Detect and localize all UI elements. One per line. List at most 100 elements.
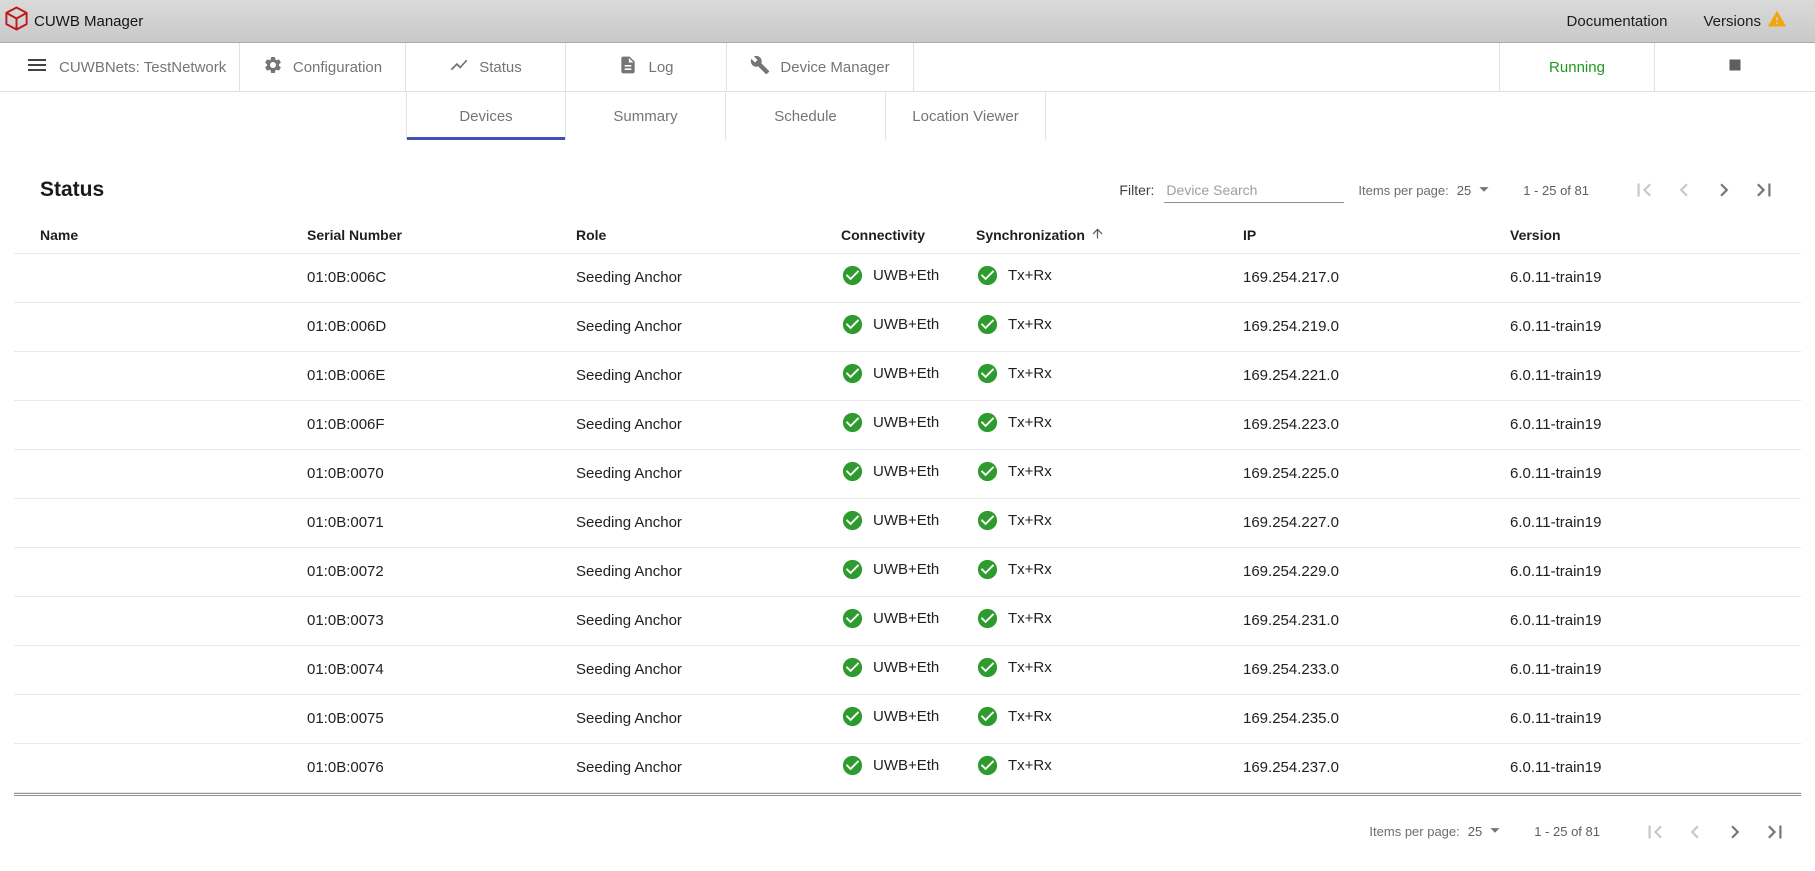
check-circle-icon xyxy=(841,509,864,532)
next-page-button[interactable] xyxy=(1711,177,1737,203)
cell-ip: 169.254.233.0 xyxy=(1243,645,1510,694)
check-circle-icon xyxy=(841,754,864,777)
toolbar-item-label: Configuration xyxy=(293,59,382,76)
cell-serial-number: 01:0B:0073 xyxy=(307,596,576,645)
titlebar: CUWB Manager Documentation Versions xyxy=(0,0,1815,43)
cell-role: Seeding Anchor xyxy=(576,449,841,498)
cell-connectivity: UWB+Eth xyxy=(841,253,976,302)
versions-link[interactable]: Versions xyxy=(1703,9,1787,34)
first-page-button[interactable] xyxy=(1631,177,1657,203)
first-page-button[interactable] xyxy=(1642,819,1668,845)
toolbar-item-label: Status xyxy=(479,59,522,76)
stop-network-button[interactable] xyxy=(1655,43,1815,91)
cell-ip: 169.254.217.0 xyxy=(1243,253,1510,302)
cell-ip: 169.254.235.0 xyxy=(1243,694,1510,743)
main-toolbar: CUWBNets: TestNetwork Configuration Stat… xyxy=(0,43,1815,92)
cell-serial-number: 01:0B:006C xyxy=(307,253,576,302)
cell-version: 6.0.11-train19 xyxy=(1510,449,1801,498)
cell-ip: 169.254.229.0 xyxy=(1243,547,1510,596)
cell-serial-number: 01:0B:0074 xyxy=(307,645,576,694)
titlebar-links: Documentation Versions xyxy=(1567,9,1787,34)
cell-connectivity: UWB+Eth xyxy=(841,596,976,645)
check-circle-icon xyxy=(841,460,864,483)
column-header-ip[interactable]: IP xyxy=(1243,218,1510,253)
last-page-button[interactable] xyxy=(1751,177,1777,203)
paginator-nav xyxy=(1642,819,1788,845)
table-row[interactable]: 01:0B:006C Seeding Anchor UWB+Eth Tx+Rx … xyxy=(14,253,1801,302)
column-header-connectivity[interactable]: Connectivity xyxy=(841,218,976,253)
column-header-role[interactable]: Role xyxy=(576,218,841,253)
previous-page-button[interactable] xyxy=(1682,819,1708,845)
table-row[interactable]: 01:0B:006E Seeding Anchor UWB+Eth Tx+Rx … xyxy=(14,351,1801,400)
table-row[interactable]: 01:0B:0071 Seeding Anchor UWB+Eth Tx+Rx … xyxy=(14,498,1801,547)
tab-schedule[interactable]: Schedule xyxy=(726,92,886,140)
tab-devices[interactable]: Devices xyxy=(406,92,566,140)
cell-role: Seeding Anchor xyxy=(576,302,841,351)
cell-synchronization: Tx+Rx xyxy=(976,351,1243,400)
column-header-serial-number[interactable]: Serial Number xyxy=(307,218,576,253)
table-row[interactable]: 01:0B:0074 Seeding Anchor UWB+Eth Tx+Rx … xyxy=(14,645,1801,694)
next-page-button[interactable] xyxy=(1722,819,1748,845)
table-row[interactable]: 01:0B:0072 Seeding Anchor UWB+Eth Tx+Rx … xyxy=(14,547,1801,596)
check-circle-icon xyxy=(841,558,864,581)
check-circle-icon xyxy=(841,411,864,434)
check-circle-icon xyxy=(841,362,864,385)
column-header-synchronization[interactable]: Synchronization xyxy=(976,218,1243,253)
filter-label: Filter: xyxy=(1119,182,1154,198)
check-circle-icon xyxy=(976,362,999,385)
table-row[interactable]: 01:0B:0073 Seeding Anchor UWB+Eth Tx+Rx … xyxy=(14,596,1801,645)
chevron-down-icon xyxy=(1471,178,1495,203)
toolbar-item-label: Log xyxy=(648,59,673,76)
check-circle-icon xyxy=(976,411,999,434)
cell-ip: 169.254.237.0 xyxy=(1243,743,1510,792)
network-selector[interactable]: CUWBNets: TestNetwork xyxy=(0,43,240,91)
tab-location-viewer[interactable]: Location Viewer xyxy=(886,92,1046,140)
cell-version: 6.0.11-train19 xyxy=(1510,694,1801,743)
warning-icon xyxy=(1767,9,1787,34)
cell-name xyxy=(14,400,307,449)
cell-name xyxy=(14,743,307,792)
cell-version: 6.0.11-train19 xyxy=(1510,253,1801,302)
items-per-page-label: Items per page: xyxy=(1369,824,1459,839)
status-header-row: Status Filter: Items per page: 25 1 - 25… xyxy=(0,162,1815,218)
device-search-input[interactable] xyxy=(1164,178,1344,203)
table-row[interactable]: 01:0B:006F Seeding Anchor UWB+Eth Tx+Rx … xyxy=(14,400,1801,449)
cell-synchronization: Tx+Rx xyxy=(976,743,1243,792)
cell-synchronization: Tx+Rx xyxy=(976,547,1243,596)
items-per-page-select[interactable]: Items per page: 25 xyxy=(1358,178,1495,203)
cell-name xyxy=(14,449,307,498)
toolbar-item-status[interactable]: Status xyxy=(406,43,566,91)
table-row[interactable]: 01:0B:0075 Seeding Anchor UWB+Eth Tx+Rx … xyxy=(14,694,1801,743)
cell-synchronization: Tx+Rx xyxy=(976,400,1243,449)
table-row[interactable]: 01:0B:006D Seeding Anchor UWB+Eth Tx+Rx … xyxy=(14,302,1801,351)
check-circle-icon xyxy=(976,460,999,483)
items-per-page-select[interactable]: Items per page: 25 xyxy=(1369,819,1506,844)
cell-version: 6.0.11-train19 xyxy=(1510,645,1801,694)
documentation-link[interactable]: Documentation xyxy=(1567,13,1668,30)
table-row[interactable]: 01:0B:0070 Seeding Anchor UWB+Eth Tx+Rx … xyxy=(14,449,1801,498)
toolbar-item-device-manager[interactable]: Device Manager xyxy=(727,43,914,91)
network-label: CUWBNets: TestNetwork xyxy=(59,59,226,76)
cell-ip: 169.254.219.0 xyxy=(1243,302,1510,351)
cell-serial-number: 01:0B:0071 xyxy=(307,498,576,547)
table-body: 01:0B:006C Seeding Anchor UWB+Eth Tx+Rx … xyxy=(14,253,1801,792)
cell-connectivity: UWB+Eth xyxy=(841,547,976,596)
check-circle-icon xyxy=(976,754,999,777)
toolbar-item-log[interactable]: Log xyxy=(566,43,727,91)
toolbar-item-configuration[interactable]: Configuration xyxy=(240,43,406,91)
last-page-button[interactable] xyxy=(1762,819,1788,845)
check-circle-icon xyxy=(841,705,864,728)
column-header-name[interactable]: Name xyxy=(14,218,307,253)
stop-icon xyxy=(1724,54,1746,80)
cell-ip: 169.254.231.0 xyxy=(1243,596,1510,645)
app-logo-icon xyxy=(3,5,30,37)
previous-page-button[interactable] xyxy=(1671,177,1697,203)
network-status-label: Running xyxy=(1549,59,1605,76)
cell-connectivity: UWB+Eth xyxy=(841,400,976,449)
column-header-version[interactable]: Version xyxy=(1510,218,1801,253)
tab-summary[interactable]: Summary xyxy=(566,92,726,140)
cell-connectivity: UWB+Eth xyxy=(841,743,976,792)
devices-table: Name Serial Number Role Connectivity Syn… xyxy=(14,218,1801,793)
document-icon xyxy=(618,55,638,79)
table-row[interactable]: 01:0B:0076 Seeding Anchor UWB+Eth Tx+Rx … xyxy=(14,743,1801,792)
